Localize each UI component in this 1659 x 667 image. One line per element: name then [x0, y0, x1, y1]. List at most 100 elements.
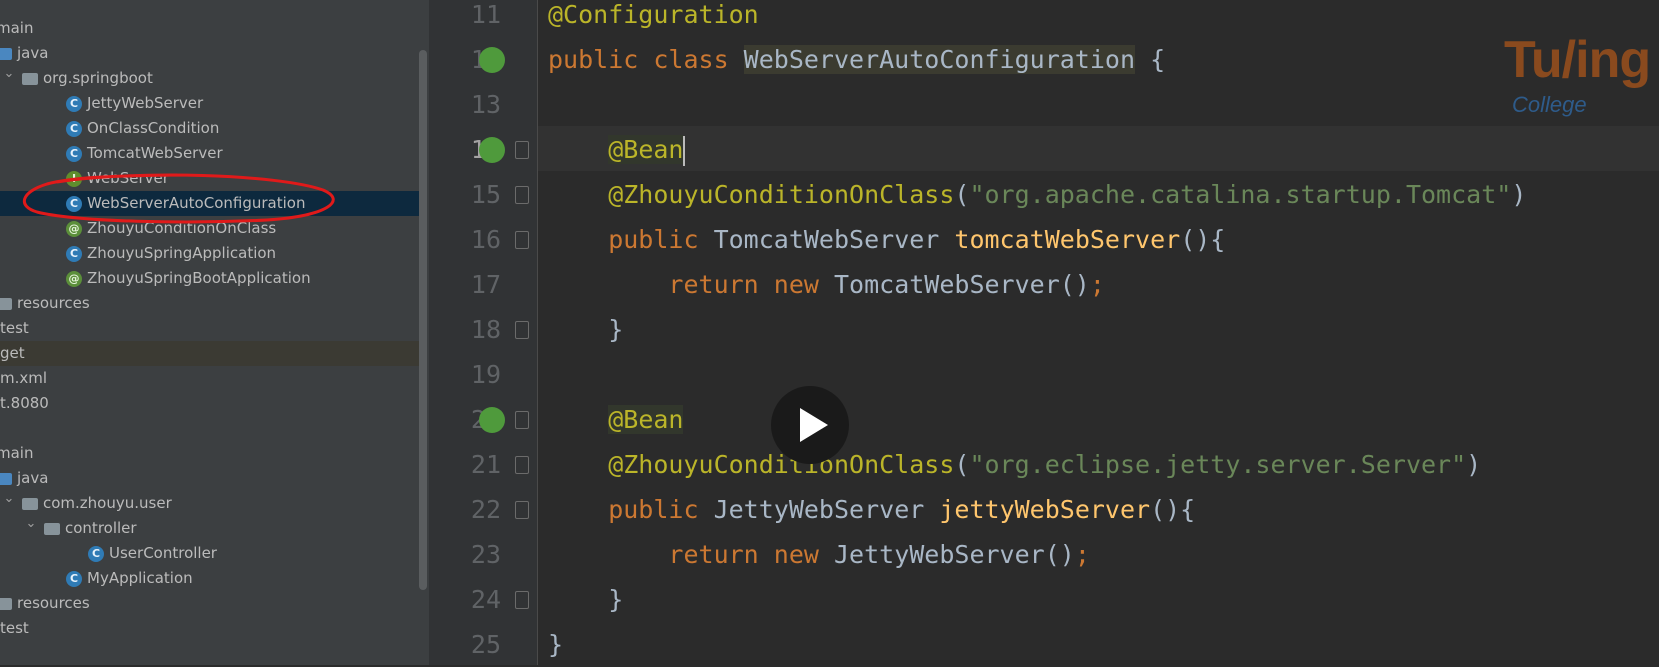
code-token: (: [954, 450, 970, 479]
package-icon: [22, 73, 38, 85]
code-token: ): [1511, 180, 1527, 209]
tree-item-main[interactable]: main: [0, 16, 419, 41]
code-token: TomcatWebServer(): [833, 270, 1090, 299]
tree-item-controller[interactable]: ⌄ controller: [0, 516, 419, 541]
tree-item-main[interactable]: main: [0, 441, 419, 466]
tree-item-zhouyuspringbootapplication[interactable]: @ ZhouyuSpringBootApplication: [0, 266, 419, 291]
tree-item-label: TomcatWebServer: [87, 144, 223, 162]
project-tree[interactable]: main java ⌄ org.springboot C JettyWebServer C O…: [0, 0, 429, 665]
tree-item-resources[interactable]: resources: [0, 291, 419, 316]
tree-item-get[interactable]: get: [0, 341, 419, 366]
code-line: }: [548, 622, 563, 665]
tree-scrollbar[interactable]: [419, 50, 427, 590]
tree-item-resources[interactable]: resources: [0, 591, 419, 616]
tree-item-label: m.xml: [0, 369, 48, 387]
source-folder-icon: [0, 473, 12, 485]
tree-item-test[interactable]: test: [0, 616, 419, 641]
code-token: return new: [548, 270, 834, 299]
code-token: ;: [1074, 540, 1090, 569]
line-number: 18: [470, 315, 501, 344]
code-token: (: [954, 180, 970, 209]
tree-item-tomcatwebserver[interactable]: C TomcatWebServer: [0, 141, 419, 166]
code-token: }: [548, 315, 624, 344]
fold-marker-icon[interactable]: [515, 231, 529, 249]
tree-item-label: resources: [17, 594, 90, 612]
code-editor[interactable]: @Configuration public class WebServerAuto…: [538, 0, 1659, 665]
watermark-sub: College: [1512, 92, 1587, 117]
watermark-logo: Tu/ing College: [1500, 22, 1659, 132]
tree-item-label: t.8080: [0, 394, 49, 412]
tree-item-label: ZhouyuSpringApplication: [87, 244, 277, 262]
tree-item-label: test: [0, 619, 29, 637]
code-token: public class: [548, 45, 744, 74]
tree-item-java[interactable]: java: [0, 466, 419, 491]
code-line: @Bean: [548, 127, 686, 172]
code-token: @ZhouyuConditionOnClass: [548, 180, 955, 209]
code-line: @ZhouyuConditionOnClass("org.apache.cata…: [548, 172, 1526, 217]
code-token: (){: [1150, 495, 1196, 524]
tree-item-label: main: [0, 19, 34, 37]
code-token: }: [548, 630, 564, 659]
code-line: }: [548, 577, 623, 622]
fold-marker-icon[interactable]: [515, 141, 529, 159]
line-number: 21: [470, 450, 501, 479]
line-number: 11: [470, 0, 501, 29]
fold-marker-icon[interactable]: [515, 186, 529, 204]
tree-item-label: ZhouyuSpringBootApplication: [87, 269, 311, 287]
package-icon: [44, 523, 60, 535]
spring-bean-config-icon[interactable]: [479, 47, 505, 73]
code-line: @Configuration: [548, 0, 759, 37]
tree-item-zhouyuspringapplication[interactable]: C ZhouyuSpringApplication: [0, 241, 419, 266]
tree-item-label: OnClassCondition: [87, 119, 220, 137]
tree-item-org-springboot[interactable]: ⌄ org.springboot: [0, 66, 419, 91]
code-token: JettyWebServer: [713, 495, 940, 524]
tree-item-myapplication[interactable]: C MyApplication: [0, 566, 419, 591]
tree-item-label: get: [0, 344, 25, 362]
chevron-down-icon[interactable]: ⌄: [0, 66, 18, 81]
class-icon: C: [88, 546, 104, 562]
tree-item-onclasscondition[interactable]: C OnClassCondition: [0, 116, 419, 141]
source-folder-icon: [0, 48, 12, 60]
fold-marker-icon[interactable]: [515, 501, 529, 519]
spring-bean-method-icon[interactable]: [479, 407, 505, 433]
fold-marker-icon[interactable]: [515, 456, 529, 474]
tree-item-t-8080[interactable]: t.8080: [0, 391, 419, 416]
chevron-down-icon[interactable]: ⌄: [0, 491, 18, 506]
play-icon[interactable]: [771, 386, 849, 464]
tree-item-com-zhouyu-user[interactable]: ⌄ com.zhouyu.user: [0, 491, 419, 516]
line-number: 17: [470, 270, 501, 299]
fold-marker-icon[interactable]: [515, 591, 529, 609]
tree-item-java[interactable]: java: [0, 41, 419, 66]
line-number: 23: [470, 540, 501, 569]
line-number: 25: [470, 630, 501, 659]
code-token: TomcatWebServer: [713, 225, 955, 254]
code-line: return new TomcatWebServer();: [548, 262, 1105, 307]
text-caret: [683, 136, 686, 166]
code-token: @ZhouyuConditionOnClass: [548, 450, 955, 479]
resources-folder-icon: [0, 598, 12, 610]
tree-item-jettywebserver[interactable]: C JettyWebServer: [0, 91, 419, 116]
code-token: public: [548, 495, 714, 524]
line-number: 15: [470, 180, 501, 209]
code-token: "org.apache.catalina.startup.Tomcat": [969, 180, 1512, 209]
spring-bean-method-icon[interactable]: [479, 137, 505, 163]
tree-item-label: controller: [65, 519, 137, 537]
tree-item-usercontroller[interactable]: C UserController: [0, 541, 419, 566]
spring-class-icon: C: [66, 571, 82, 587]
chevron-down-icon[interactable]: ⌄: [22, 516, 40, 531]
fold-marker-icon[interactable]: [515, 321, 529, 339]
code-token: (){: [1180, 225, 1226, 254]
code-token: WebServerAutoConfiguration: [743, 45, 1136, 74]
tree-item-test[interactable]: test: [0, 316, 419, 341]
tree-item-label: java: [17, 469, 49, 487]
fold-marker-icon[interactable]: [515, 411, 529, 429]
code-token: @Bean: [608, 135, 684, 164]
code-line: public TomcatWebServer tomcatWebServer()…: [548, 217, 1225, 262]
annotation-icon: @: [66, 271, 82, 287]
package-icon: [22, 498, 38, 510]
tree-item-label: MyApplication: [87, 569, 193, 587]
tree-item-m-xml[interactable]: m.xml: [0, 366, 419, 391]
class-icon: C: [66, 246, 82, 262]
code-token: "org.eclipse.jetty.server.Server": [969, 450, 1467, 479]
